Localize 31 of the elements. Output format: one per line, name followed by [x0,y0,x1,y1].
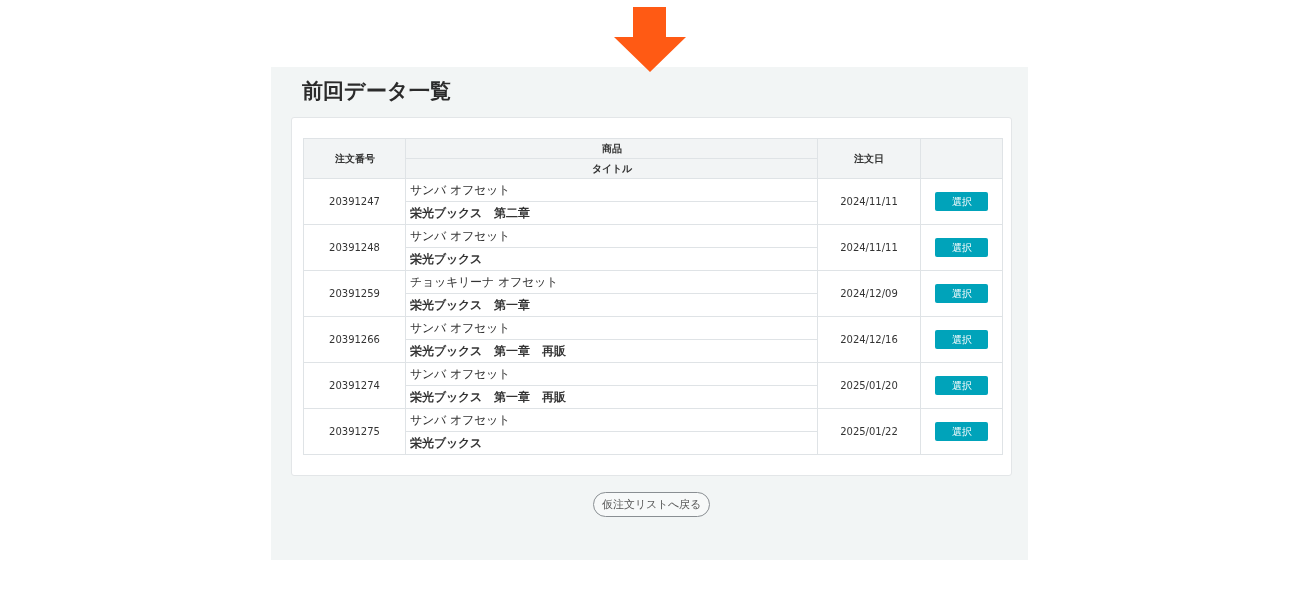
table-cell: チョッキリーナ オフセット [405,270,818,294]
table-cell: 2024/11/11 [817,178,921,225]
table-cell: サンバ オフセット [405,316,818,340]
table-cell: サンバ オフセット [405,178,818,202]
table-cell: 2025/01/22 [817,408,921,455]
column-header: 注文日 [817,138,921,179]
table-cell: 2024/11/11 [817,224,921,271]
select-button[interactable]: 選択 [935,376,988,395]
column-header: タイトル [405,158,818,179]
table-cell: 20391259 [303,270,406,317]
table-cell: 2024/12/09 [817,270,921,317]
back-button[interactable]: 仮注文リストへ戻る [593,492,710,517]
select-button[interactable]: 選択 [935,284,988,303]
table-cell: サンバ オフセット [405,408,818,432]
down-arrow-icon [614,7,686,72]
table-cell: 20391248 [303,224,406,271]
select-button[interactable]: 選択 [935,192,988,211]
table-cell: 20391274 [303,362,406,409]
select-button[interactable]: 選択 [935,422,988,441]
column-header: 注文番号 [303,138,406,179]
table-cell: 20391266 [303,316,406,363]
column-header: 商品 [405,138,818,159]
table-cell: サンバ オフセット [405,362,818,386]
table-cell: 2025/01/20 [817,362,921,409]
select-button[interactable]: 選択 [935,238,988,257]
select-button[interactable]: 選択 [935,330,988,349]
table-cell: 20391247 [303,178,406,225]
table-cell: 20391275 [303,408,406,455]
table-cell: サンバ オフセット [405,224,818,248]
table-cell: 2024/12/16 [817,316,921,363]
page-title: 前回データ一覧 [302,78,452,105]
